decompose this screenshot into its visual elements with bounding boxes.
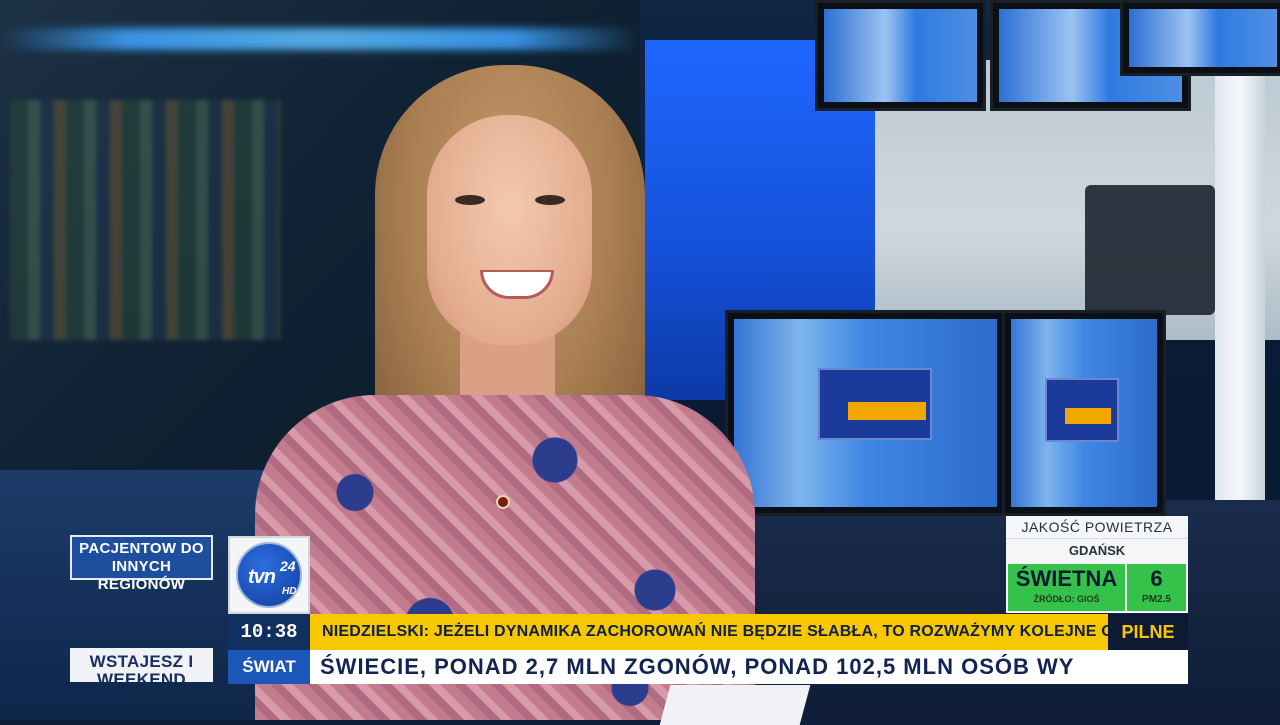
studio-monitor-secondary xyxy=(1002,310,1166,516)
headline-strap: NIEDZIELSKI: JEŻELI DYNAMIKA ZACHOROWAŃ … xyxy=(310,614,1108,650)
show-name-label: WSTAJESZ I WEEKEND xyxy=(70,648,213,682)
air-quality-index-unit: PM2.5 xyxy=(1142,594,1171,605)
ceiling-monitor-3 xyxy=(1120,0,1280,76)
news-ticker: ŚWIECIE, PONAD 2,7 MLN ZGONÓW, PONAD 102… xyxy=(310,650,1188,684)
channel-logo: tvn 24 HD xyxy=(228,536,310,614)
ceiling-light xyxy=(0,28,640,50)
show-logo-on-monitor-2 xyxy=(1045,378,1119,442)
urgent-tag: PILNE xyxy=(1108,614,1188,650)
air-quality-city: GDAŃSK xyxy=(1006,538,1188,562)
on-air-clock: 10:38 xyxy=(228,614,310,650)
air-quality-widget: JAKOŚĆ POWIETRZA GDAŃSK ŚWIETNA ŹRÓDŁO: … xyxy=(1006,516,1188,613)
presenter-eye-right xyxy=(535,195,565,205)
logo-brand: tvn xyxy=(248,566,276,588)
logo-hd: HD xyxy=(282,586,297,597)
show-logo-on-monitor xyxy=(818,368,932,440)
air-quality-title: JAKOŚĆ POWIETRZA xyxy=(1006,516,1188,538)
studio-monitor-main xyxy=(725,310,1006,516)
ceiling-monitor-1 xyxy=(815,0,986,111)
desk-paper xyxy=(659,685,811,725)
logo-number: 24 xyxy=(280,558,296,574)
studio-desk-right xyxy=(730,500,1280,720)
background-shelves xyxy=(10,100,280,340)
air-quality-source: ŹRÓDŁO: GIOŚ xyxy=(1033,594,1100,604)
presenter-face xyxy=(427,115,592,345)
tvn24-logo-icon: tvn 24 HD xyxy=(236,542,302,608)
air-quality-rating: ŚWIETNA xyxy=(1015,566,1118,591)
necklace-pendant xyxy=(496,495,510,509)
studio-camera xyxy=(1085,185,1215,315)
ticker-section-label: ŚWIAT xyxy=(228,650,310,684)
air-quality-index-value: 6 xyxy=(1150,566,1163,591)
story-teaser-label: PACJENTOW DO INNYCH REGIONÓW xyxy=(70,535,213,593)
air-quality-index-box: 6 PM2.5 xyxy=(1127,564,1186,611)
air-quality-rating-box: ŚWIETNA ŹRÓDŁO: GIOŚ xyxy=(1008,564,1125,611)
presenter-eye-left xyxy=(455,195,485,205)
